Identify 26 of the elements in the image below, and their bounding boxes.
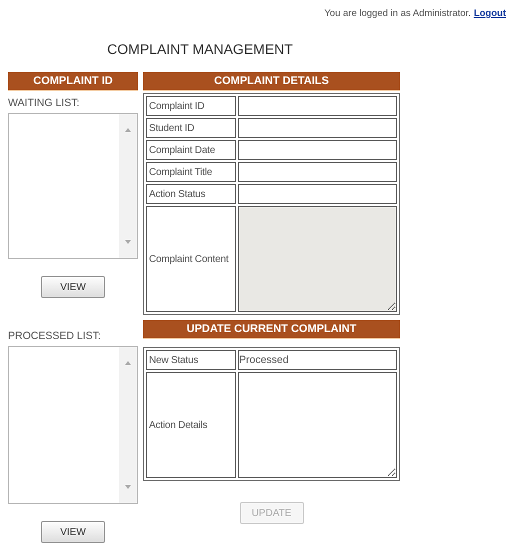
view-button[interactable]: VIEW [41,521,105,543]
section-header: UPDATE CURRENT COMPLAINT [143,320,400,339]
list-label: WAITING LIST: [8,97,80,109]
page-title: COMPLAINT MANAGEMENT [106,41,294,57]
scroll-down-icon[interactable] [125,485,131,489]
view-button[interactable]: VIEW [41,276,105,298]
scrollbar[interactable] [119,114,137,258]
field-label: Student ID [146,118,236,138]
scroll-up-icon[interactable] [125,361,131,365]
field-label: Complaint Title [146,162,236,182]
section-header: COMPLAINT DETAILS [143,72,400,91]
field-label: Complaint ID [146,96,236,116]
field-label: New Status [146,350,236,370]
list-label: PROCESSED LIST: [8,330,102,342]
field-label: Action Status [146,184,236,204]
scroll-up-icon[interactable] [125,128,131,132]
column-header: COMPLAINT ID [8,72,138,91]
list-box[interactable] [8,346,138,504]
scroll-down-icon[interactable] [125,240,131,244]
list-box[interactable] [8,113,138,259]
scrollbar[interactable] [119,347,137,503]
field-label: Action Details [146,372,236,478]
logout-link[interactable]: Logout [474,8,506,22]
field-label: Complaint Date [146,140,236,160]
field-label: Complaint Content [146,206,236,312]
login-status: You are logged in as Administrator. [324,8,471,21]
